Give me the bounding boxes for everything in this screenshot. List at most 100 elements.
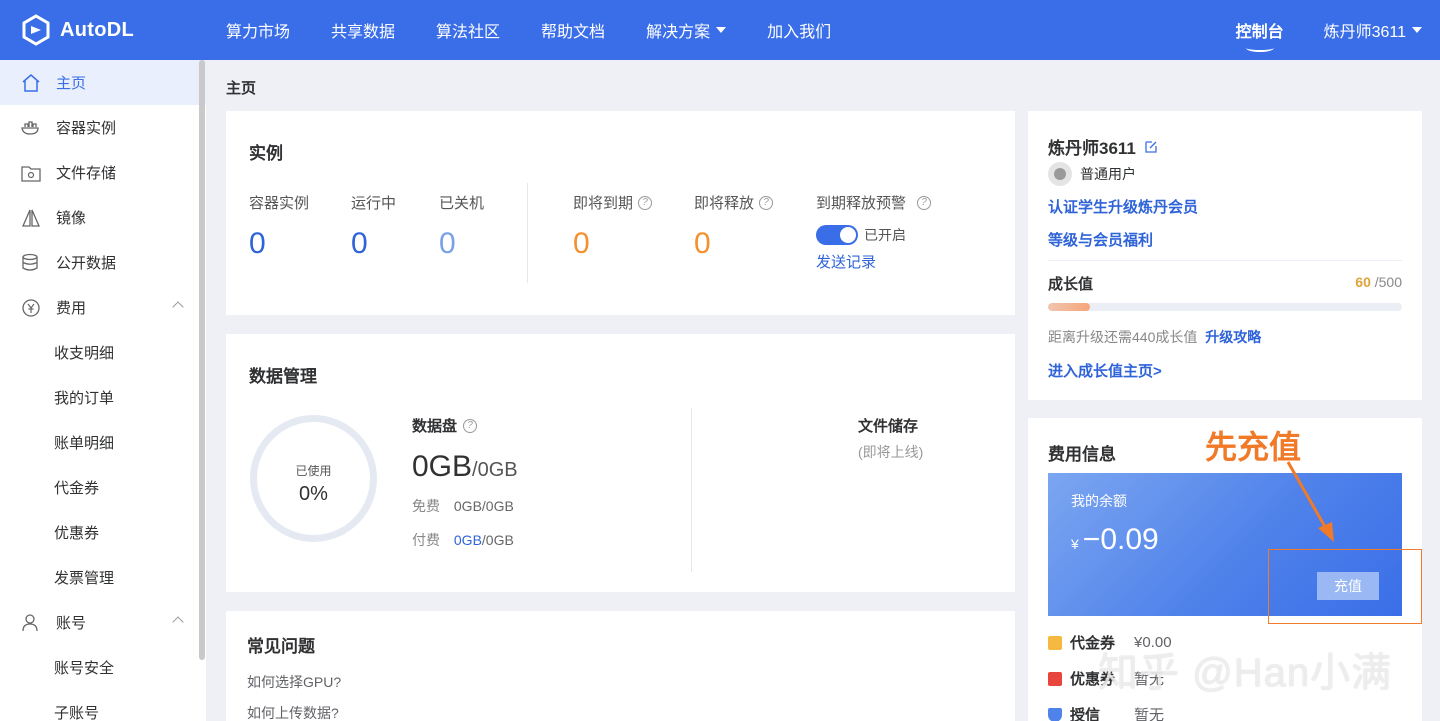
- watermark: 知乎 @Han小满: [1098, 651, 1393, 695]
- home-icon: [20, 72, 42, 94]
- stat-containers-value: 0: [249, 227, 266, 260]
- nav-help-docs[interactable]: 帮助文档: [541, 18, 605, 42]
- stat-running[interactable]: 运行中 0: [351, 192, 396, 261]
- sidebar-scrollbar[interactable]: [199, 60, 205, 660]
- divider: [1048, 260, 1402, 261]
- profile-username: 炼丹师3611: [1048, 139, 1136, 158]
- instances-card: 实例 容器实例 0 运行中 0 已关机 0 即将到期? 0 即将释放? 0 到期…: [226, 111, 1015, 315]
- free-value: 0GB/0GB: [453, 498, 514, 514]
- data-disk-label: 数据盘: [412, 418, 458, 435]
- chevron-up-icon: [172, 301, 184, 313]
- nav-shared-data[interactable]: 共享数据: [331, 18, 395, 42]
- user-icon: [20, 612, 42, 634]
- sidebar-item-coupons[interactable]: 优惠券: [0, 510, 206, 555]
- sidebar-item-account[interactable]: 账号: [0, 600, 206, 645]
- autodl-logo[interactable]: AutoDL: [20, 14, 134, 46]
- stat-running-value: 0: [351, 227, 368, 260]
- chevron-up-icon: [172, 616, 184, 628]
- growth-home-link[interactable]: 进入成长值主页>: [1048, 360, 1162, 381]
- usage-ring-value: 0%: [299, 483, 328, 505]
- data-management-title: 数据管理: [249, 367, 317, 386]
- logo-icon: [22, 14, 50, 46]
- sidebar-item-home[interactable]: 主页: [0, 60, 206, 105]
- growth-progress-bar: [1048, 303, 1402, 311]
- toggle-state: 已开启: [864, 227, 906, 243]
- brand-name: AutoDL: [60, 18, 134, 41]
- faq-item[interactable]: 如何选择GPU?: [247, 672, 341, 692]
- top-navbar: AutoDL 算力市场 共享数据 算法社区 帮助文档 解决方案 加入我们 控制台…: [0, 0, 1440, 60]
- fee-row-credit[interactable]: 授信 暂无: [1048, 704, 1164, 721]
- annotation-arrow-icon: [1286, 461, 1334, 542]
- sidebar-item-bill-details[interactable]: 账单明细: [0, 420, 206, 465]
- database-icon: [20, 252, 42, 274]
- sidebar-item-file-storage[interactable]: 文件存储: [0, 150, 206, 195]
- faq-item[interactable]: 如何上传数据?: [247, 703, 339, 721]
- main-nav: 算力市场 共享数据 算法社区 帮助文档 解决方案 加入我们: [226, 0, 872, 60]
- help-icon[interactable]: ?: [917, 195, 932, 210]
- stat-containers[interactable]: 容器实例 0: [249, 192, 309, 261]
- balance-amount: −0.09: [1082, 523, 1159, 556]
- sidebar-item-images[interactable]: 镜像: [0, 195, 206, 240]
- billing-title: 费用信息: [1048, 445, 1116, 464]
- paid-total: /0GB: [481, 532, 514, 548]
- nav-algorithm-community[interactable]: 算法社区: [436, 18, 500, 42]
- sidebar-item-vouchers[interactable]: 代金券: [0, 465, 206, 510]
- file-storage-title: 文件储存: [858, 418, 919, 435]
- yuan-icon: [20, 297, 42, 319]
- user-menu[interactable]: 炼丹师3611: [1324, 18, 1422, 42]
- stat-releasing[interactable]: 即将释放? 0: [694, 192, 774, 261]
- stat-expiring[interactable]: 即将到期? 0: [573, 192, 653, 261]
- sidebar-item-orders[interactable]: 我的订单: [0, 375, 206, 420]
- growth-progress-fill: [1048, 303, 1091, 311]
- nav-join-us[interactable]: 加入我们: [767, 18, 831, 42]
- help-icon[interactable]: ?: [759, 195, 774, 210]
- image-icon: [20, 207, 42, 229]
- sidebar-item-public-data[interactable]: 公开数据: [0, 240, 206, 285]
- edit-icon[interactable]: [1144, 140, 1158, 154]
- paid-used[interactable]: 0GB: [454, 532, 482, 548]
- sidebar-item-sub-accounts[interactable]: 子账号: [0, 690, 206, 721]
- divider: [527, 183, 528, 283]
- help-icon[interactable]: ?: [638, 195, 653, 210]
- sidebar: 主页 容器实例 文件存储 镜像 公开数据 费用 收支明细 我的订单 账单明细 代…: [0, 60, 206, 721]
- file-storage-section: 文件储存 (即将上线): [858, 415, 923, 462]
- growth-value: 60: [1355, 274, 1371, 290]
- shield-icon: [1048, 707, 1062, 721]
- stat-expiring-value: 0: [573, 227, 590, 260]
- sidebar-item-account-security[interactable]: 账号安全: [0, 645, 206, 690]
- container-icon: [20, 117, 42, 139]
- stat-releasing-value: 0: [694, 227, 711, 260]
- stat-stopped[interactable]: 已关机 0: [439, 192, 484, 261]
- growth-max: /500: [1374, 274, 1402, 290]
- sidebar-item-transactions[interactable]: 收支明细: [0, 330, 206, 375]
- member-benefits-link[interactable]: 等级与会员福利: [1048, 229, 1153, 250]
- upgrade-guide-link[interactable]: 升级攻略: [1205, 329, 1261, 345]
- expiry-alert: 到期释放预警? 已开启 发送记录: [816, 192, 932, 272]
- sidebar-item-billing[interactable]: 费用: [0, 285, 206, 330]
- upgrade-note: 距离升级还需440成长值: [1048, 329, 1198, 345]
- help-icon[interactable]: ?: [463, 418, 478, 433]
- faq-title: 常见问题: [247, 637, 315, 656]
- student-upgrade-link[interactable]: 认证学生升级炼丹会员: [1048, 196, 1198, 217]
- sidebar-item-containers[interactable]: 容器实例: [0, 105, 206, 150]
- user-level: 普通用户: [1080, 166, 1136, 182]
- nav-solutions[interactable]: 解决方案: [646, 18, 727, 42]
- nav-compute-market[interactable]: 算力市场: [226, 18, 290, 42]
- growth-label: 成长值: [1048, 276, 1094, 293]
- balance-label: 我的余额: [1071, 493, 1127, 509]
- folder-icon: [20, 162, 42, 184]
- console-link[interactable]: 控制台: [1236, 18, 1284, 52]
- free-label: 免费: [412, 498, 440, 514]
- level-badge-icon: [1048, 162, 1072, 186]
- disk-used: 0GB: [412, 450, 473, 483]
- stat-stopped-value: 0: [439, 227, 456, 260]
- expiry-alert-toggle[interactable]: [816, 225, 858, 245]
- data-disk-section: 数据盘 ? 0GB/0GB 免费 0GB/0GB 付费 0GB/0GB: [412, 415, 518, 550]
- breadcrumb: 主页: [226, 80, 257, 97]
- coupon-icon: [1048, 671, 1062, 686]
- usage-ring-label: 已使用: [295, 464, 332, 478]
- send-log-link[interactable]: 发送记录: [816, 251, 931, 272]
- sidebar-item-invoices[interactable]: 发票管理: [0, 555, 206, 600]
- currency-symbol: ¥: [1071, 536, 1079, 552]
- usage-ring: 已使用 0%: [250, 415, 377, 542]
